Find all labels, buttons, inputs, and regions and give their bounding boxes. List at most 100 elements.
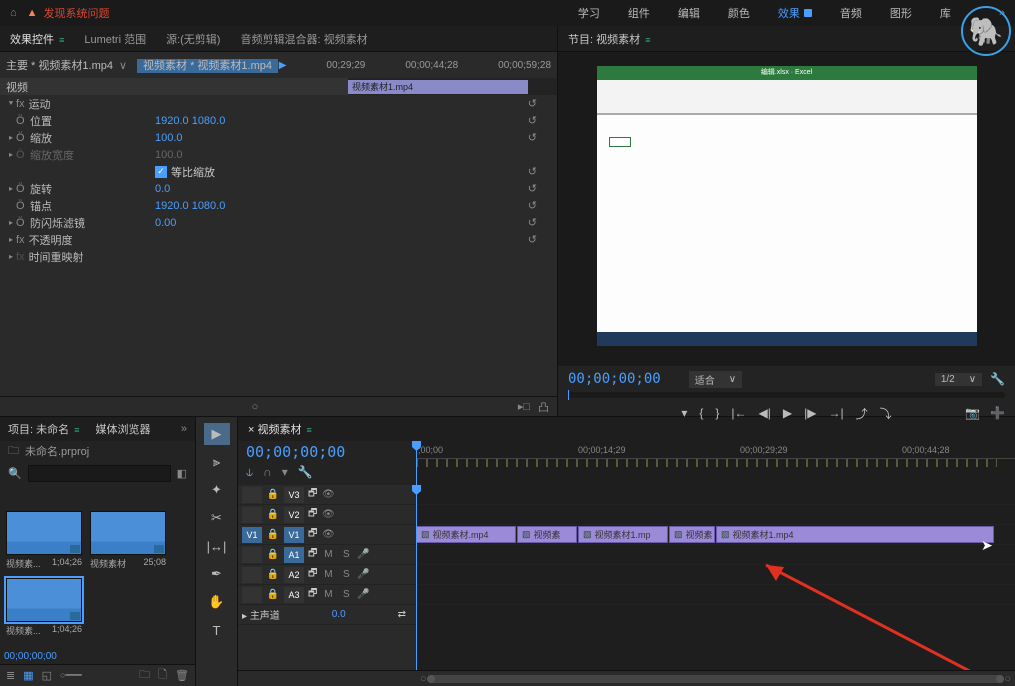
time-remap-row[interactable]: ▸fx时间重映射 — [0, 248, 557, 265]
clip[interactable]: ▧视频素材.mp4 — [416, 526, 516, 543]
tab-project[interactable]: 项目: 未命名 ≡ — [8, 421, 79, 437]
anchor-value[interactable]: 1920.0 1080.0 — [155, 200, 225, 212]
mark-in-icon[interactable]: { — [699, 406, 703, 420]
search-icon: 🔍 — [8, 467, 22, 480]
add-marker-icon[interactable]: ▾ — [681, 406, 687, 420]
bin-item[interactable]: 视频素材25;08 — [90, 511, 166, 570]
reset-icon[interactable]: ↺ — [528, 199, 537, 212]
tab-source[interactable]: 源:(无剪辑) — [166, 31, 220, 47]
ws-assembly[interactable]: 组件 — [628, 5, 650, 21]
lift-icon[interactable]: ⤴ — [856, 405, 868, 422]
timeline-playhead[interactable] — [416, 485, 417, 670]
playhead[interactable] — [416, 441, 417, 485]
bin-item[interactable] — [86, 489, 158, 503]
tab-audio-mixer[interactable]: 音频剪辑混合器: 视频素材 — [240, 31, 367, 47]
bin-item[interactable]: 视频素...1;04;26 — [6, 511, 82, 570]
tab-media-browser[interactable]: 媒体浏览器 — [95, 421, 150, 437]
bin-item[interactable]: 视频素...1;04;26 — [6, 578, 82, 637]
step-fwd-icon[interactable]: |▶ — [804, 406, 816, 420]
system-warning[interactable]: ▲ 发现系统问题 — [27, 5, 110, 21]
track-v2[interactable]: 🔒V2🗗👁 — [238, 505, 416, 525]
delete-icon[interactable]: 🗑 — [175, 669, 189, 682]
timeline-ruler[interactable]: ;00;00 00;00;14;29 00;00;29;29 00;00;44;… — [416, 441, 1015, 485]
reset-icon[interactable]: ↺ — [528, 233, 537, 246]
tab-lumetri[interactable]: Lumetri 范围 — [84, 31, 146, 47]
timeline-tc[interactable]: 00;00;00;00 — [246, 443, 408, 461]
hand-tool[interactable]: ✋ — [204, 591, 230, 613]
ws-color[interactable]: 颜色 — [728, 5, 750, 21]
reset-icon[interactable]: ↺ — [528, 165, 537, 178]
extract-icon[interactable]: ⤵ — [880, 405, 892, 422]
slip-tool[interactable]: |↔| — [204, 535, 230, 557]
marker-icon[interactable]: ▾ — [282, 465, 288, 480]
flicker-value[interactable]: 0.00 — [155, 217, 176, 229]
rotation-value[interactable]: 0.0 — [155, 183, 170, 195]
zoom-select[interactable]: 适合∨ — [689, 371, 742, 388]
timeline-scrollbar[interactable]: ○ ○ — [416, 671, 1015, 686]
project-search-input[interactable] — [28, 465, 171, 482]
bin-icon[interactable]: ◧ — [177, 467, 187, 480]
loop-icon[interactable]: ▸□ — [518, 400, 530, 413]
export-icon[interactable]: 凸 — [538, 399, 549, 415]
fx-opacity-row[interactable]: ▸fx不透明度 ↺ — [0, 231, 557, 248]
track-a1[interactable]: 🔒A1🗗MS🎤 — [238, 545, 416, 565]
clip[interactable]: ▧视频素材1.mp4 — [716, 526, 994, 543]
program-tc[interactable]: 00;00;00;00 — [568, 371, 661, 387]
ripple-edit-tool[interactable]: ✦ — [204, 479, 230, 501]
pen-tool[interactable]: ✒ — [204, 563, 230, 585]
reset-icon[interactable]: ↺ — [528, 182, 537, 195]
new-bin-icon[interactable]: 🗀 — [139, 666, 150, 685]
go-out-icon[interactable]: →| — [828, 406, 843, 420]
ws-edit[interactable]: 编辑 — [678, 5, 700, 21]
track-v3[interactable]: 🔒V3🗗👁 — [238, 485, 416, 505]
position-value[interactable]: 1920.0 1080.0 — [155, 115, 225, 127]
resolution-select[interactable]: 1/2∨ — [935, 373, 982, 386]
mark-out-icon[interactable]: } — [715, 406, 719, 420]
linked-sel-icon[interactable]: ∩ — [263, 465, 272, 480]
reset-icon[interactable]: ↺ — [528, 216, 537, 229]
export-frame-icon[interactable]: 📷 — [965, 406, 980, 420]
type-tool[interactable]: T — [204, 619, 230, 641]
play-icon[interactable]: ▶ — [783, 406, 792, 420]
settings-icon[interactable]: 🔧 — [298, 465, 313, 480]
icon-view-icon[interactable]: ▦ — [23, 669, 33, 682]
timeline-content[interactable]: ▧视频素材.mp4 ▧视频素 ▧视频素材1.mp ▧视频素 ▧视频素材1.mp4… — [416, 485, 1015, 670]
track-a2[interactable]: 🔒A2🗗MS🎤 — [238, 565, 416, 585]
tab-program[interactable]: 节目: 视频素材 ≡ — [568, 31, 650, 47]
bin-item[interactable] — [6, 489, 78, 503]
go-in-icon[interactable]: |← — [731, 406, 746, 420]
ws-library[interactable]: 库 — [940, 5, 951, 21]
tab-sequence[interactable]: × 视频素材 ≡ — [248, 421, 312, 437]
clip[interactable]: ▧视频素 — [669, 526, 715, 543]
ws-audio[interactable]: 音频 — [840, 5, 862, 21]
button-editor-icon[interactable]: ➕ — [990, 406, 1005, 420]
more-tabs-icon[interactable]: » — [181, 423, 187, 435]
uniform-scale-checkbox[interactable]: ✓ — [155, 166, 167, 178]
step-back-icon[interactable]: ◀| — [759, 406, 771, 420]
fx-motion-row[interactable]: ⯆fx运动 ↺ — [0, 95, 557, 112]
track-a3[interactable]: 🔒A3🗗MS🎤 — [238, 585, 416, 605]
program-viewport[interactable]: 编辑.xlsx · Excel — [558, 52, 1015, 366]
list-view-icon[interactable]: ≣ — [6, 669, 15, 682]
snap-icon[interactable]: ⫝ — [246, 465, 253, 480]
selection-tool[interactable]: ▶ — [204, 423, 230, 445]
scale-value[interactable]: 100.0 — [155, 132, 183, 144]
ws-effects[interactable]: 效果 — [778, 5, 812, 21]
home-icon[interactable]: ⌂ — [10, 7, 17, 19]
settings-icon[interactable]: 🔧 — [990, 372, 1005, 386]
track-select-tool[interactable]: ⫸ — [204, 451, 230, 473]
ws-learn[interactable]: 学习 — [578, 5, 600, 21]
freeform-view-icon[interactable]: ◱ — [42, 669, 52, 682]
track-v1[interactable]: V1🔒V1🗗👁 — [238, 525, 416, 545]
new-item-icon[interactable]: 🗋 — [158, 666, 167, 685]
reset-icon[interactable]: ↺ — [528, 114, 537, 127]
reset-icon[interactable]: ↺ — [528, 97, 537, 110]
razor-tool[interactable]: ✂ — [204, 507, 230, 529]
clip[interactable]: ▧视频素 — [517, 526, 577, 543]
ws-graphics[interactable]: 图形 — [890, 5, 912, 21]
reset-icon[interactable]: ↺ — [528, 131, 537, 144]
project-file-row: 🗀 未命名.prproj — [0, 441, 195, 461]
track-master[interactable]: ▸ 主声道0.0⇄ — [238, 605, 416, 625]
tab-effect-controls[interactable]: 效果控件 ≡ — [10, 31, 64, 47]
clip[interactable]: ▧视频素材1.mp — [578, 526, 668, 543]
